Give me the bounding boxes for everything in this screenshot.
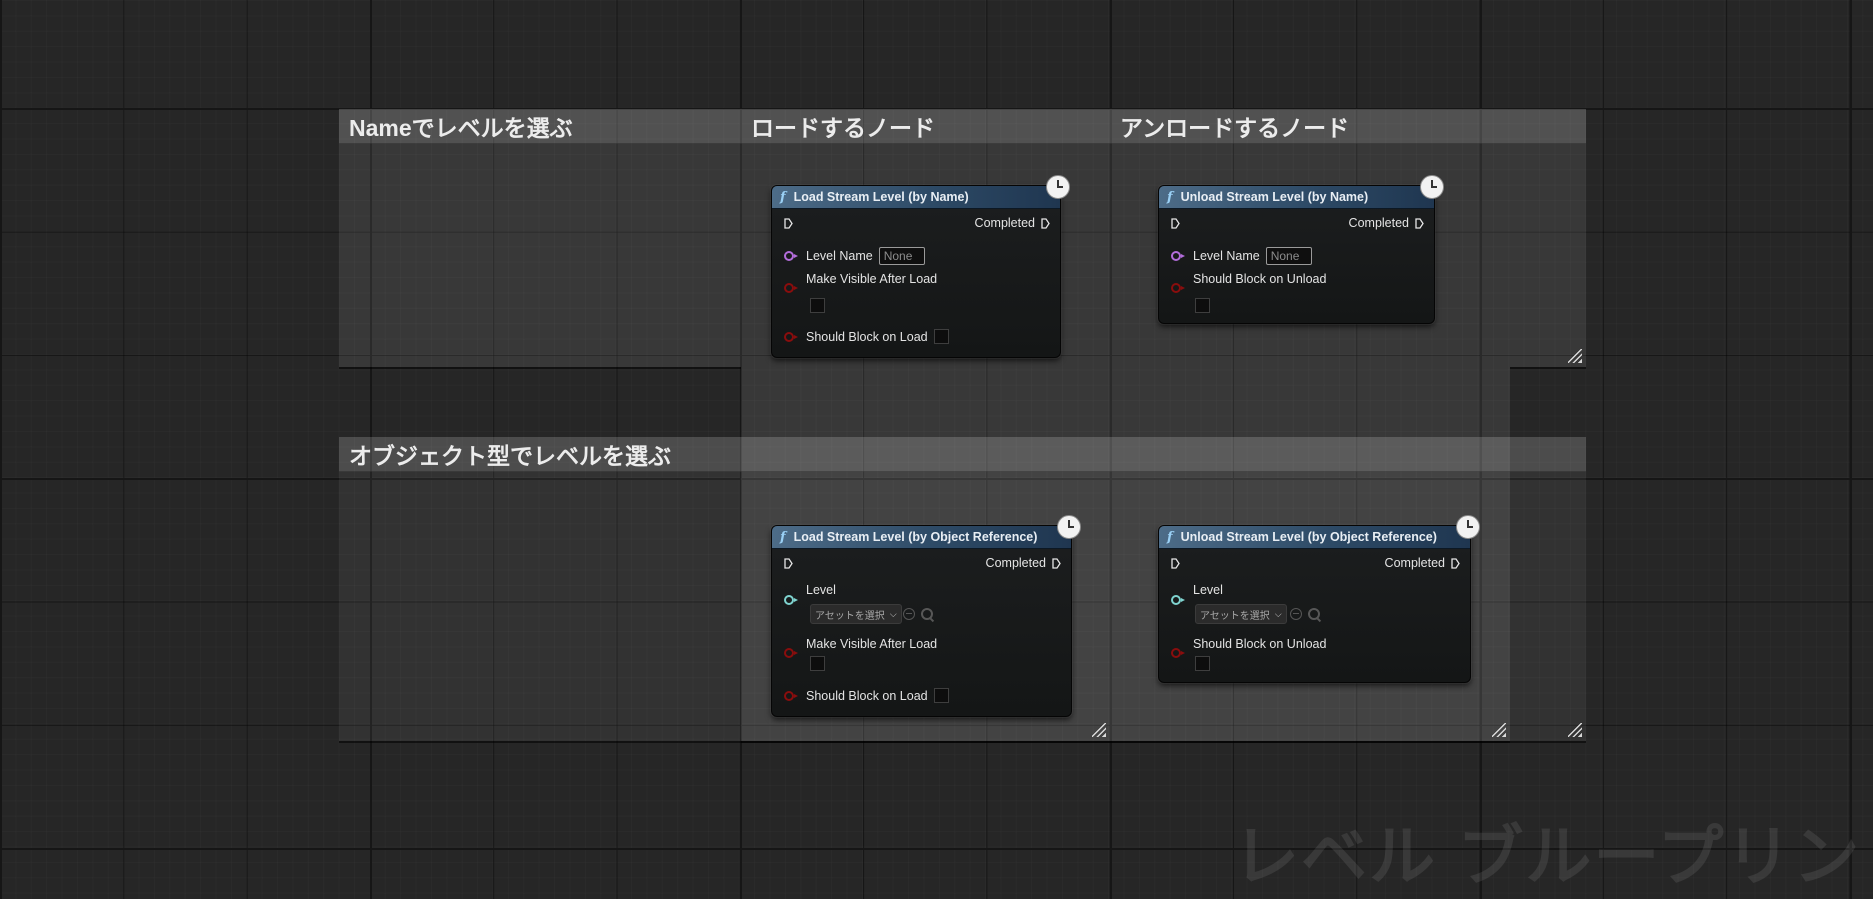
clock-icon bbox=[1046, 175, 1070, 199]
completed-label: Completed bbox=[985, 556, 1046, 570]
use-asset-icon[interactable] bbox=[903, 608, 915, 620]
exec-out-pin[interactable]: Completed bbox=[986, 556, 1061, 570]
pin-label: Should Block on Unload bbox=[1193, 272, 1327, 286]
completed-label: Completed bbox=[974, 216, 1035, 230]
make-visible-pin[interactable]: Make Visible After Load bbox=[784, 637, 937, 660]
pin-label: Make Visible After Load bbox=[806, 637, 938, 651]
exec-pin-icon bbox=[1171, 558, 1180, 569]
exec-in-pin[interactable] bbox=[1171, 218, 1180, 229]
bool-pin-icon bbox=[784, 283, 798, 293]
bool-pin-icon bbox=[784, 331, 798, 342]
pin-label: Make Visible After Load bbox=[806, 272, 938, 286]
object-pin-icon bbox=[784, 595, 798, 605]
bool-pin-icon bbox=[784, 690, 798, 701]
make-visible-pin[interactable]: Make Visible After Load bbox=[784, 272, 937, 295]
node-title[interactable]: f Unload Stream Level (by Object Referen… bbox=[1159, 526, 1470, 549]
function-icon: f bbox=[1167, 529, 1173, 545]
node-title-text: Unload Stream Level (by Object Reference… bbox=[1180, 530, 1437, 544]
asset-picker-label: アセットを選択 bbox=[1200, 610, 1270, 622]
should-block-checkbox[interactable] bbox=[933, 688, 949, 703]
clock-icon bbox=[1420, 175, 1444, 199]
function-icon: f bbox=[1167, 189, 1173, 205]
level-name-field[interactable]: None bbox=[878, 247, 925, 265]
should-block-checkbox[interactable] bbox=[933, 329, 949, 344]
node-unload-stream-level-by-name[interactable]: f Unload Stream Level (by Name) Complete… bbox=[1158, 175, 1444, 324]
exec-pin-icon bbox=[784, 218, 793, 229]
node-title[interactable]: f Unload Stream Level (by Name) bbox=[1159, 186, 1434, 209]
function-icon: f bbox=[780, 189, 786, 205]
node-title[interactable]: f Load Stream Level (by Object Reference… bbox=[772, 526, 1071, 549]
resize-grip-icon[interactable] bbox=[1568, 723, 1582, 737]
should-block-checkbox[interactable] bbox=[1195, 656, 1210, 671]
pin-label: Level bbox=[806, 583, 836, 597]
comment-title[interactable]: アンロードするノード bbox=[1110, 109, 1510, 144]
comment-title-bar bbox=[1510, 109, 1586, 144]
level-name-field[interactable]: None bbox=[1265, 247, 1312, 265]
function-icon: f bbox=[780, 529, 786, 545]
name-pin-icon bbox=[784, 251, 798, 261]
pin-label: Level Name bbox=[1193, 249, 1260, 263]
exec-in-pin[interactable] bbox=[784, 218, 793, 229]
completed-label: Completed bbox=[1348, 216, 1409, 230]
bool-pin-icon bbox=[784, 648, 798, 658]
node-title-text: Load Stream Level (by Object Reference) bbox=[793, 530, 1038, 544]
exec-pin-icon bbox=[1171, 218, 1180, 229]
asset-picker-label: アセットを選択 bbox=[815, 610, 885, 622]
exec-out-pin[interactable]: Completed bbox=[1385, 556, 1460, 570]
comment-outer-frame[interactable] bbox=[1510, 109, 1586, 367]
search-icon[interactable] bbox=[921, 608, 933, 620]
should-block-pin[interactable]: Should Block on Load bbox=[784, 688, 949, 703]
pin-label: Should Block on Load bbox=[806, 329, 928, 344]
name-pin-icon bbox=[1171, 251, 1185, 261]
exec-in-pin[interactable] bbox=[1171, 558, 1180, 569]
bool-pin-icon bbox=[1171, 283, 1185, 293]
exec-pin-icon bbox=[1052, 557, 1061, 569]
pin-label: Should Block on Load bbox=[806, 688, 928, 703]
node-load-stream-level-by-object[interactable]: f Load Stream Level (by Object Reference… bbox=[771, 515, 1081, 717]
exec-pin-icon bbox=[784, 558, 793, 569]
object-pin-icon bbox=[1171, 595, 1185, 605]
node-unload-stream-level-by-object[interactable]: f Unload Stream Level (by Object Referen… bbox=[1158, 515, 1480, 683]
chevron-down-icon: ⌵ bbox=[889, 608, 897, 619]
level-name-pin[interactable]: Level Name None bbox=[1171, 247, 1312, 265]
comment-title[interactable]: Nameでレベルを選ぶ bbox=[339, 109, 741, 144]
exec-out-pin[interactable]: Completed bbox=[1349, 216, 1424, 230]
node-title-text: Unload Stream Level (by Name) bbox=[1180, 190, 1369, 204]
search-icon[interactable] bbox=[1308, 608, 1320, 620]
resize-grip-icon[interactable] bbox=[1568, 349, 1582, 363]
make-visible-checkbox[interactable] bbox=[810, 656, 825, 671]
asset-picker-dropdown[interactable]: アセットを選択 ⌵ bbox=[810, 604, 902, 624]
pin-label: Level bbox=[1193, 583, 1223, 597]
clock-icon bbox=[1057, 515, 1081, 539]
should-block-checkbox[interactable] bbox=[1195, 298, 1210, 313]
should-block-pin[interactable]: Should Block on Load bbox=[784, 329, 949, 344]
exec-pin-icon bbox=[1451, 557, 1460, 569]
comment-by-name[interactable]: Nameでレベルを選ぶ bbox=[339, 109, 741, 367]
node-title-text: Load Stream Level (by Name) bbox=[793, 190, 969, 204]
make-visible-checkbox[interactable] bbox=[810, 298, 825, 313]
comment-title[interactable]: ロードするノード bbox=[741, 109, 1110, 144]
clock-icon bbox=[1456, 515, 1480, 539]
exec-in-pin[interactable] bbox=[784, 558, 793, 569]
level-name-pin[interactable]: Level Name None bbox=[784, 247, 925, 265]
comment-title[interactable]: オブジェクト型でレベルを選ぶ bbox=[339, 437, 1586, 472]
exec-out-pin[interactable]: Completed bbox=[975, 216, 1050, 230]
graph-watermark: レベル ブループリント bbox=[1233, 819, 1873, 893]
node-load-stream-level-by-name[interactable]: f Load Stream Level (by Name) Completed … bbox=[771, 175, 1070, 358]
completed-label: Completed bbox=[1384, 556, 1445, 570]
pin-label: Should Block on Unload bbox=[1193, 637, 1327, 651]
chevron-down-icon: ⌵ bbox=[1274, 608, 1282, 619]
should-block-pin[interactable]: Should Block on Unload bbox=[1171, 272, 1326, 295]
node-title[interactable]: f Load Stream Level (by Name) bbox=[772, 186, 1060, 209]
exec-pin-icon bbox=[1415, 217, 1424, 229]
pin-label: Level Name bbox=[806, 249, 873, 263]
asset-picker-dropdown[interactable]: アセットを選択 ⌵ bbox=[1195, 604, 1287, 624]
bool-pin-icon bbox=[1171, 648, 1185, 658]
exec-pin-icon bbox=[1041, 217, 1050, 229]
use-asset-icon[interactable] bbox=[1290, 608, 1302, 620]
